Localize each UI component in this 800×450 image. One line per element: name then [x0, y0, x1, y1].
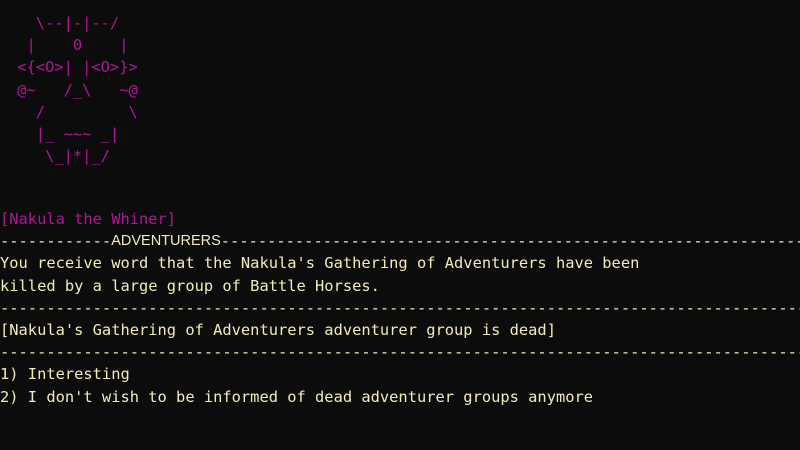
- message-line-2: killed by a large group of Battle Horses…: [0, 276, 380, 295]
- section-header-lead-dashes: ------------: [0, 232, 112, 251]
- speaker-name: [Nakula the Whiner]: [0, 210, 177, 228]
- section-header-label: ADVENTURERS: [111, 233, 221, 250]
- status-message: [Nakula's Gathering of Adventurers adven…: [0, 320, 556, 339]
- dialog-panel: [Nakula the Whiner] ------------ ADVENTU…: [0, 208, 800, 408]
- divider-2: ----------------------------------------…: [0, 341, 800, 363]
- message-line-1: You receive word that the Nakula's Gathe…: [0, 254, 640, 273]
- divider-1: ----------------------------------------…: [0, 297, 800, 319]
- speaker-portrait-ascii-art: \--|-|--/ | 0 | <{<O>| |<O>}> @~ /_\ ~@ …: [17, 14, 138, 166]
- option-stop-notifications[interactable]: 2) I don't wish to be informed of dead a…: [0, 386, 800, 408]
- divider-2-dashes: ----------------------------------------…: [0, 343, 800, 362]
- section-header-trail-dashes: ----------------------------------------…: [220, 232, 800, 251]
- section-header: ------------ ADVENTURERS ---------------…: [0, 230, 800, 252]
- option-interesting[interactable]: 1) Interesting: [0, 363, 800, 385]
- divider-1-dashes: ----------------------------------------…: [0, 298, 800, 317]
